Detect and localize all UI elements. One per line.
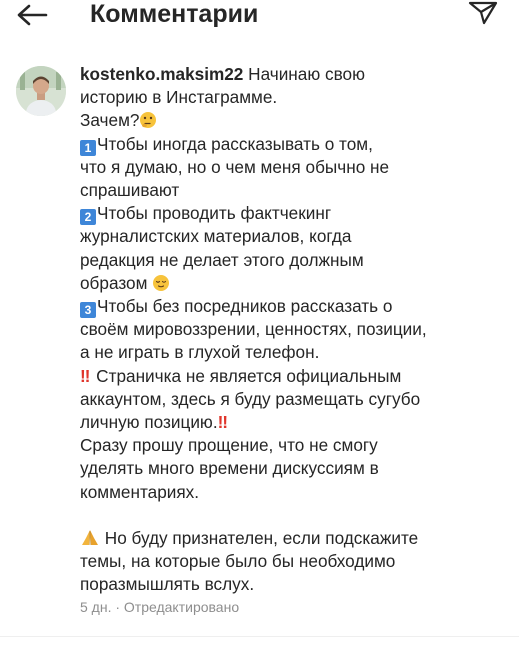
comment-text: Чтобы без посредников рассказать о	[97, 296, 393, 317]
comment-text: комментариях.	[80, 481, 200, 502]
comment-text: Сразу прошу прощение, что не смогу	[80, 435, 378, 456]
comment-text: своём мировоззрении, ценностях, позиции,	[80, 319, 427, 340]
comment-body: kostenko.maksim22 Начинаю свою историю в…	[80, 63, 500, 596]
thinking-face-emoji	[140, 112, 157, 129]
comment-text: что я думаю, но о чем меня обычно не	[80, 156, 390, 177]
divider	[0, 636, 519, 637]
header-bar: Комментарии	[0, 0, 519, 38]
comment-text: Страничка не является официальным	[91, 365, 402, 386]
comment-text: Чтобы проводить фактчекинг	[97, 203, 332, 224]
page-title: Комментарии	[90, 0, 259, 28]
comment-text: историю в Инстаграмме.	[80, 87, 278, 108]
avatar-image	[16, 66, 66, 116]
arrow-left-icon	[17, 4, 48, 26]
back-button[interactable]	[10, 0, 54, 30]
relieved-face-emoji	[153, 274, 170, 291]
comment-text: редакция не делает этого должным	[80, 249, 364, 270]
comment-text: поразмышлять вслух.	[80, 574, 255, 595]
keycap-number-emoji: 2	[80, 209, 96, 226]
keycap-number-emoji: 3	[80, 302, 96, 319]
comment-text: уделять много времени дискуссиям в	[80, 458, 379, 479]
share-button[interactable]	[466, 0, 500, 26]
keycap-number-emoji: 1	[80, 139, 96, 156]
comment-text: Зачем?	[80, 110, 140, 131]
comment-text: личную позицию.	[80, 412, 218, 433]
avatar[interactable]	[16, 66, 66, 116]
comment-text: а не играть в глухой телефон.	[80, 342, 320, 363]
comment-text: Начинаю свою	[248, 64, 366, 84]
comment-text: аккаунтом, здесь я буду размещать сугубо	[80, 388, 421, 409]
comment-text: образом	[80, 272, 148, 293]
comment-text: Чтобы иногда рассказывать о том,	[97, 133, 373, 154]
folded-hands-emoji	[82, 529, 98, 545]
comment-text: спрашивают	[80, 180, 180, 201]
comment-text: Но буду признателен, если подскажите	[100, 527, 419, 548]
double-exclamation-emoji: ‼	[217, 412, 228, 433]
comment-text: журналистских материалов, когда	[80, 226, 352, 247]
paper-plane-icon	[468, 1, 498, 25]
double-exclamation-emoji: ‼	[80, 365, 90, 386]
comment-text: темы, на которые было бы необходимо	[80, 551, 396, 572]
comment-meta: 5 дн. · Отредактировано	[80, 599, 240, 615]
comment-username[interactable]: kostenko.maksim22	[80, 64, 243, 84]
